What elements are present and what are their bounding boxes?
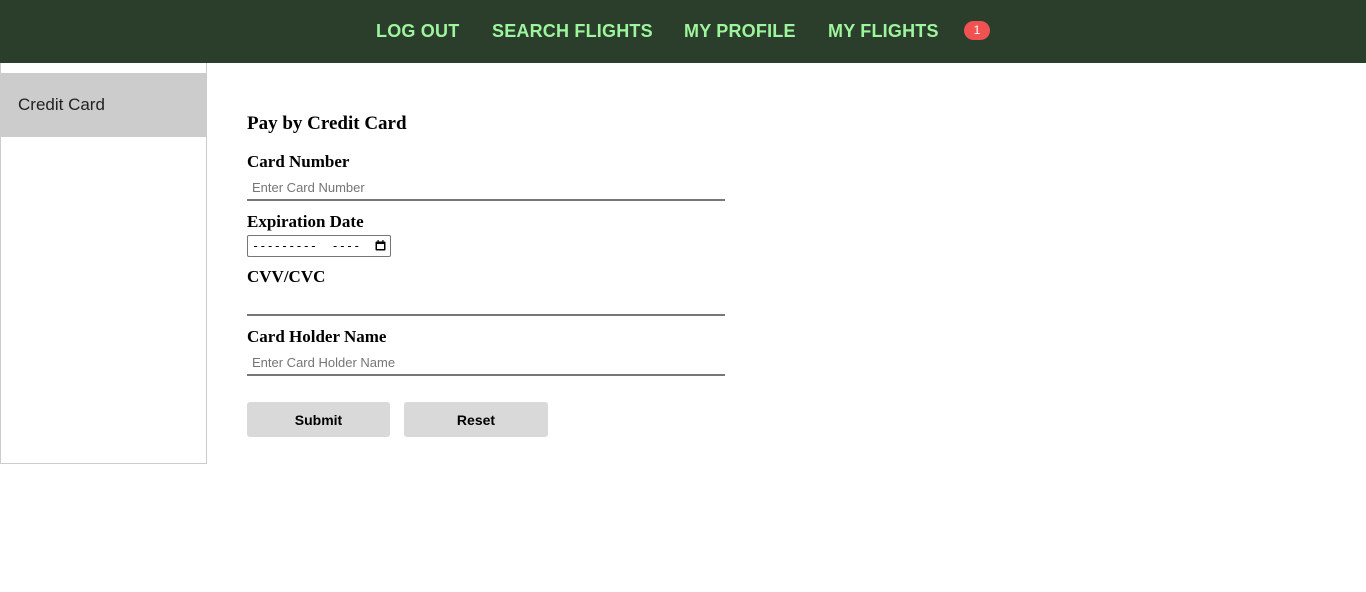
nav-my-profile-link[interactable]: MY PROFILE [684, 21, 796, 42]
expiration-date-input[interactable]: --------- ---- [247, 235, 391, 257]
cvv-label: CVV/CVC [247, 267, 326, 286]
form-title: Pay by Credit Card [247, 113, 407, 134]
nav-my-flights-link[interactable]: MY FLIGHTS [828, 21, 939, 42]
sidebar-item-credit-card[interactable]: Credit Card [1, 73, 206, 137]
calendar-icon[interactable] [375, 240, 386, 251]
nav-log-out-link[interactable]: LOG OUT [376, 21, 459, 42]
card-number-input[interactable] [247, 175, 725, 201]
sidebar-item-label: Credit Card [18, 95, 105, 114]
top-navbar: LOG OUT SEARCH FLIGHTS MY PROFILE MY FLI… [0, 0, 1366, 63]
expiration-date-value: --------- ---- [252, 239, 361, 253]
card-number-label: Card Number [247, 152, 350, 171]
expiration-date-label: Expiration Date [247, 212, 364, 231]
nav-search-flights-link[interactable]: SEARCH FLIGHTS [492, 21, 653, 42]
card-holder-name-label: Card Holder Name [247, 327, 387, 346]
card-holder-name-input[interactable] [247, 350, 725, 376]
reset-button[interactable]: Reset [404, 402, 548, 437]
sidebar: Credit Card [0, 63, 207, 464]
cvv-input[interactable] [247, 290, 725, 316]
submit-button[interactable]: Submit [247, 402, 390, 437]
notification-badge[interactable]: 1 [964, 21, 990, 40]
